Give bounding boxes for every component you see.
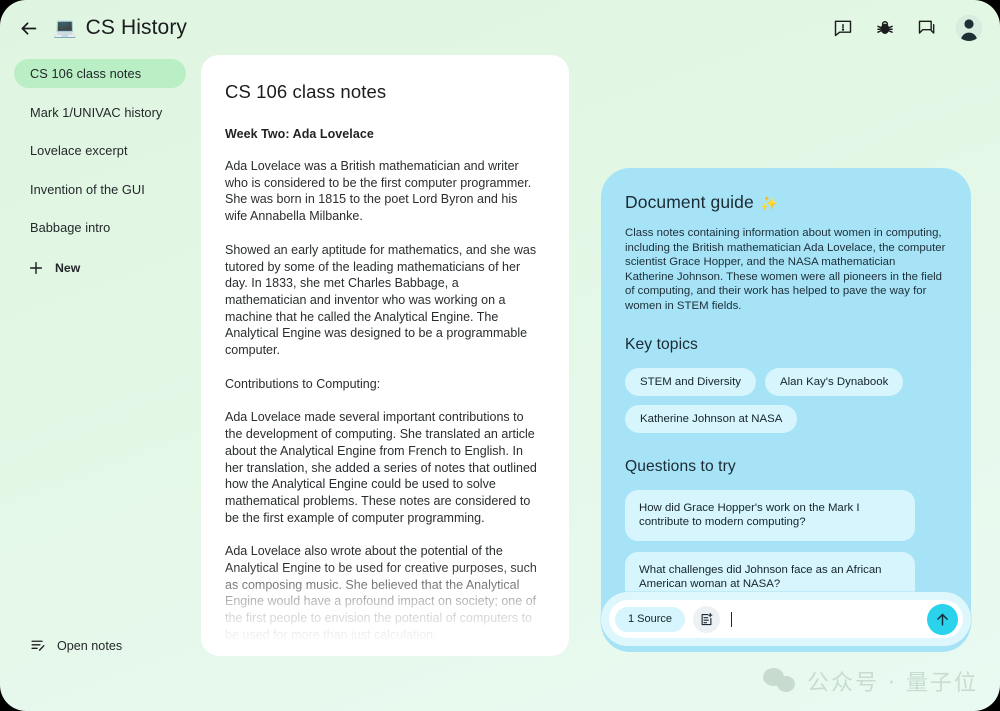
new-note-button[interactable]: New xyxy=(14,254,186,282)
new-note-label: New xyxy=(55,261,81,275)
top-actions xyxy=(830,15,982,41)
guide-title: Document guide xyxy=(625,192,754,212)
question-card[interactable]: How did Grace Hopper's work on the Mark … xyxy=(625,489,915,541)
sidebar-item-invention-of-the-gui[interactable]: Invention of the GUI xyxy=(14,175,186,204)
document-title: CS 106 class notes xyxy=(225,81,387,102)
send-button[interactable] xyxy=(927,603,958,635)
document-guide-panel: Document guide ✨ Class notes containing … xyxy=(601,168,971,652)
app-window: 💻 CS History CS 106 class notes Mark 1/U… xyxy=(0,0,1000,711)
arrow-left-icon xyxy=(21,21,36,35)
composer-bar: 1 Source xyxy=(601,592,971,646)
document-paragraph: Ada Lovelace also wrote about the potent… xyxy=(225,544,537,642)
sidebar-item-label: Mark 1/UNIVAC history xyxy=(30,104,163,120)
sidebar: CS 106 class notes Mark 1/UNIVAC history… xyxy=(0,56,200,711)
laptop-icon: 💻 xyxy=(53,17,77,39)
sidebar-item-cs-106-class-notes[interactable]: CS 106 class notes xyxy=(14,59,186,88)
chat-icon[interactable] xyxy=(914,15,940,41)
composer-input-wrapper: 1 Source xyxy=(609,600,963,638)
guide-header: Document guide ✨ xyxy=(625,192,947,213)
guide-description: Class notes containing information about… xyxy=(625,227,946,312)
composer-input[interactable] xyxy=(732,604,923,634)
topic-chip[interactable]: STEM and Diversity xyxy=(625,367,757,396)
arrow-up-icon xyxy=(937,613,948,626)
questions-list: How did Grace Hopper's work on the Mark … xyxy=(625,489,947,603)
source-count-chip[interactable]: 1 Source xyxy=(615,606,686,632)
open-notes-label: Open notes xyxy=(57,638,123,653)
topic-chip[interactable]: Katherine Johnson at NASA xyxy=(625,404,798,433)
open-notes-button[interactable]: Open notes xyxy=(30,637,122,654)
back-button[interactable] xyxy=(11,11,45,45)
feedback-icon[interactable] xyxy=(830,15,856,41)
plus-icon xyxy=(29,261,43,275)
watermark-text: 公众号 · 量子位 xyxy=(807,671,978,696)
key-topics-title: Key topics xyxy=(625,335,698,353)
sparkle-icon: ✨ xyxy=(760,194,779,211)
avatar[interactable] xyxy=(956,15,982,41)
document-body: Week Two: Ada Lovelace Ada Lovelace was … xyxy=(225,127,543,644)
document-paragraph: Contributions to Computing: xyxy=(225,376,381,391)
sidebar-item-label: Invention of the GUI xyxy=(30,181,145,197)
add-note-icon[interactable] xyxy=(693,605,721,633)
topic-chip[interactable]: Alan Kay's Dynabook xyxy=(765,367,904,396)
sidebar-item-mark-1-univac-history[interactable]: Mark 1/UNIVAC history xyxy=(14,98,186,127)
edit-note-icon xyxy=(31,640,45,651)
questions-title: Questions to try xyxy=(625,457,736,475)
document-paragraph: Ada Lovelace was a British mathematician… xyxy=(225,159,532,224)
key-topics-list: STEM and Diversity Alan Kay's Dynabook K… xyxy=(625,367,945,433)
bug-report-icon[interactable] xyxy=(872,15,898,41)
wechat-icon xyxy=(763,668,797,694)
sidebar-item-lovelace-excerpt[interactable]: Lovelace excerpt xyxy=(14,136,186,165)
sidebar-item-babbage-intro[interactable]: Babbage intro xyxy=(14,213,186,242)
sidebar-item-label: Lovelace excerpt xyxy=(30,143,128,158)
document-paragraph: Ada Lovelace made several important cont… xyxy=(225,410,537,525)
document-heading: Week Two: Ada Lovelace xyxy=(225,127,374,141)
sidebar-item-label: CS 106 class notes xyxy=(30,66,142,81)
top-bar: 💻 CS History xyxy=(0,0,1000,56)
document-card[interactable]: CS 106 class notes Week Two: Ada Lovelac… xyxy=(201,55,569,653)
sidebar-item-label: Babbage intro xyxy=(30,220,111,235)
avatar-image xyxy=(956,15,982,41)
page-title: CS History xyxy=(85,16,188,39)
document-paragraph: Showed an early aptitude for mathematics… xyxy=(225,242,537,358)
watermark: 公众号 · 量子位 xyxy=(763,665,978,697)
